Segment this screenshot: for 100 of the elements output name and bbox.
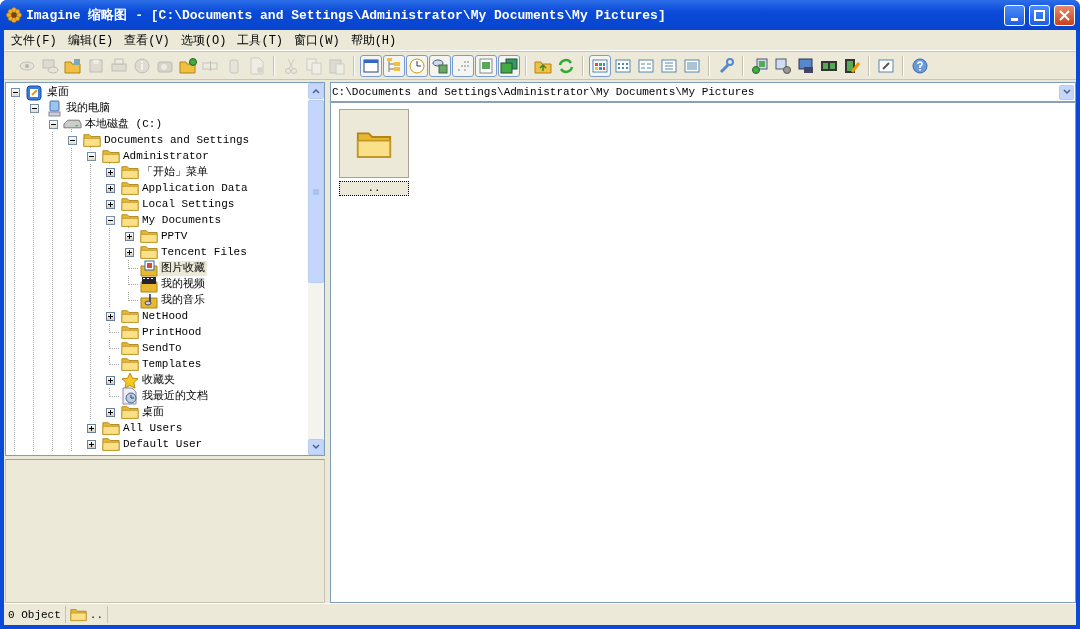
tree-item[interactable]: Administrator: [121, 148, 211, 164]
tree-item[interactable]: Local Settings: [140, 196, 237, 212]
tree-item[interactable]: 桌面: [45, 84, 71, 100]
folder-add-icon: [179, 56, 197, 75]
tree-item[interactable]: Documents and Settings: [102, 132, 252, 148]
tree-item[interactable]: 「开始」菜单: [140, 164, 210, 180]
tree-item[interactable]: My Documents: [140, 212, 224, 228]
tree-item[interactable]: 本地磁盘 (C:): [83, 116, 164, 132]
tree-item[interactable]: 我的音乐: [159, 292, 207, 308]
tree-item[interactable]: 我的电脑: [64, 100, 112, 116]
expander-button[interactable]: [125, 231, 134, 241]
tree-item[interactable]: PrintHood: [140, 324, 204, 340]
star-icon: [120, 371, 139, 389]
expander-button[interactable]: [106, 375, 115, 385]
maximize-icon: [1034, 9, 1045, 21]
save-icon: [87, 56, 105, 75]
expander-button[interactable]: [87, 423, 96, 433]
thumbnail[interactable]: [339, 109, 409, 178]
menu-item[interactable]: 工具(T): [232, 30, 290, 50]
folder-icon: [120, 324, 139, 340]
expander-button[interactable]: [49, 119, 58, 129]
toolbar-button[interactable]: [360, 54, 382, 77]
expander-button[interactable]: [106, 199, 115, 209]
tree-item[interactable]: All Users: [121, 420, 185, 436]
scissors-icon: [282, 56, 300, 75]
folder-icon: [120, 196, 139, 212]
menu-item[interactable]: 编辑(E): [62, 30, 120, 50]
tree-item[interactable]: Application Data: [140, 180, 250, 196]
toolbar-button[interactable]: [498, 54, 520, 77]
folder-icon: [139, 228, 158, 244]
tree-item[interactable]: Tencent Files: [159, 244, 249, 260]
eye-image-icon: [431, 56, 449, 75]
small-grid-icon: [614, 56, 632, 75]
computer-icon: [45, 99, 62, 117]
video-folder-icon: [139, 275, 158, 293]
close-icon: [1059, 9, 1070, 21]
expander-button[interactable]: [106, 215, 115, 225]
image-page-icon: [477, 56, 495, 75]
tree-item[interactable]: 图片收藏: [159, 260, 207, 276]
expander-button[interactable]: [68, 135, 77, 145]
expander-button[interactable]: [106, 407, 115, 417]
thumbnail-label: ..: [339, 181, 409, 196]
folder-icon: [120, 212, 139, 228]
dropdown-button[interactable]: [1059, 84, 1074, 100]
clock-icon: [408, 56, 426, 75]
expander-button[interactable]: [11, 87, 20, 97]
scroll-thumb[interactable]: [308, 100, 324, 283]
drive-icon: [63, 118, 82, 130]
tree-item[interactable]: Templates: [140, 356, 204, 372]
scrollbar[interactable]: [308, 83, 324, 455]
tree-item[interactable]: Default User: [121, 436, 205, 452]
folder-icon: [120, 180, 139, 196]
tree-item[interactable]: 收藏夹: [140, 372, 177, 388]
flower-icon: [6, 7, 22, 23]
refresh-icon: [557, 56, 575, 75]
chevron-down-icon: [1062, 89, 1071, 95]
paste-icon: [328, 56, 346, 75]
tree-item[interactable]: 我的视频: [159, 276, 207, 292]
slideshow-icon: [500, 56, 518, 75]
window-title: Imagine 缩略图 - [C:\Documents and Settings\Administrator\My Documents\My Pictures]: [26, 7, 667, 24]
wrench-icon: [717, 56, 735, 75]
expander-button[interactable]: [87, 151, 96, 161]
close-button[interactable]: [1054, 4, 1075, 26]
scroll-down-button[interactable]: [308, 439, 324, 455]
tree-item[interactable]: 桌面: [140, 404, 166, 420]
folder-icon: [101, 148, 120, 164]
expander-button[interactable]: [125, 247, 134, 257]
recent-documents-icon: [120, 387, 139, 405]
minimize-button[interactable]: [1004, 4, 1025, 26]
tree-item[interactable]: 我最近的文档: [140, 388, 210, 404]
maximize-button[interactable]: [1029, 4, 1050, 26]
large-grid-icon: [591, 56, 609, 75]
music-folder-icon: [139, 291, 158, 309]
folder-icon: [101, 436, 120, 452]
expander-button[interactable]: [30, 103, 39, 113]
menu-item[interactable]: 查看(V): [119, 30, 176, 50]
menu-item[interactable]: 选项(O): [175, 30, 233, 50]
tree-item[interactable]: PPTV: [159, 228, 190, 244]
tree-icon: [385, 56, 403, 75]
menu-item[interactable]: 窗口(W): [289, 30, 346, 50]
menu-item[interactable]: 帮助(H): [345, 30, 403, 50]
expander-button[interactable]: [106, 183, 115, 193]
folder-icon: [120, 164, 139, 180]
copy-icon: [305, 56, 323, 75]
folder-icon: [120, 340, 139, 356]
folder-icon: [120, 404, 139, 420]
folder-icon: [101, 420, 120, 436]
folder-label: ..: [89, 608, 103, 621]
expander-button[interactable]: [106, 167, 115, 177]
tree-item[interactable]: SendTo: [140, 340, 184, 356]
folder-open-icon: [64, 56, 82, 75]
window-icon: [362, 56, 380, 75]
info-icon: [133, 56, 151, 75]
menu-item[interactable]: 文件(F): [6, 30, 63, 50]
expander-button[interactable]: [87, 439, 96, 449]
printer-icon: [110, 56, 128, 75]
expander-button[interactable]: [106, 311, 115, 321]
scroll-up-button[interactable]: [308, 83, 324, 99]
tree-item[interactable]: NetHood: [140, 308, 191, 324]
monitor-camera-icon: [797, 56, 815, 75]
